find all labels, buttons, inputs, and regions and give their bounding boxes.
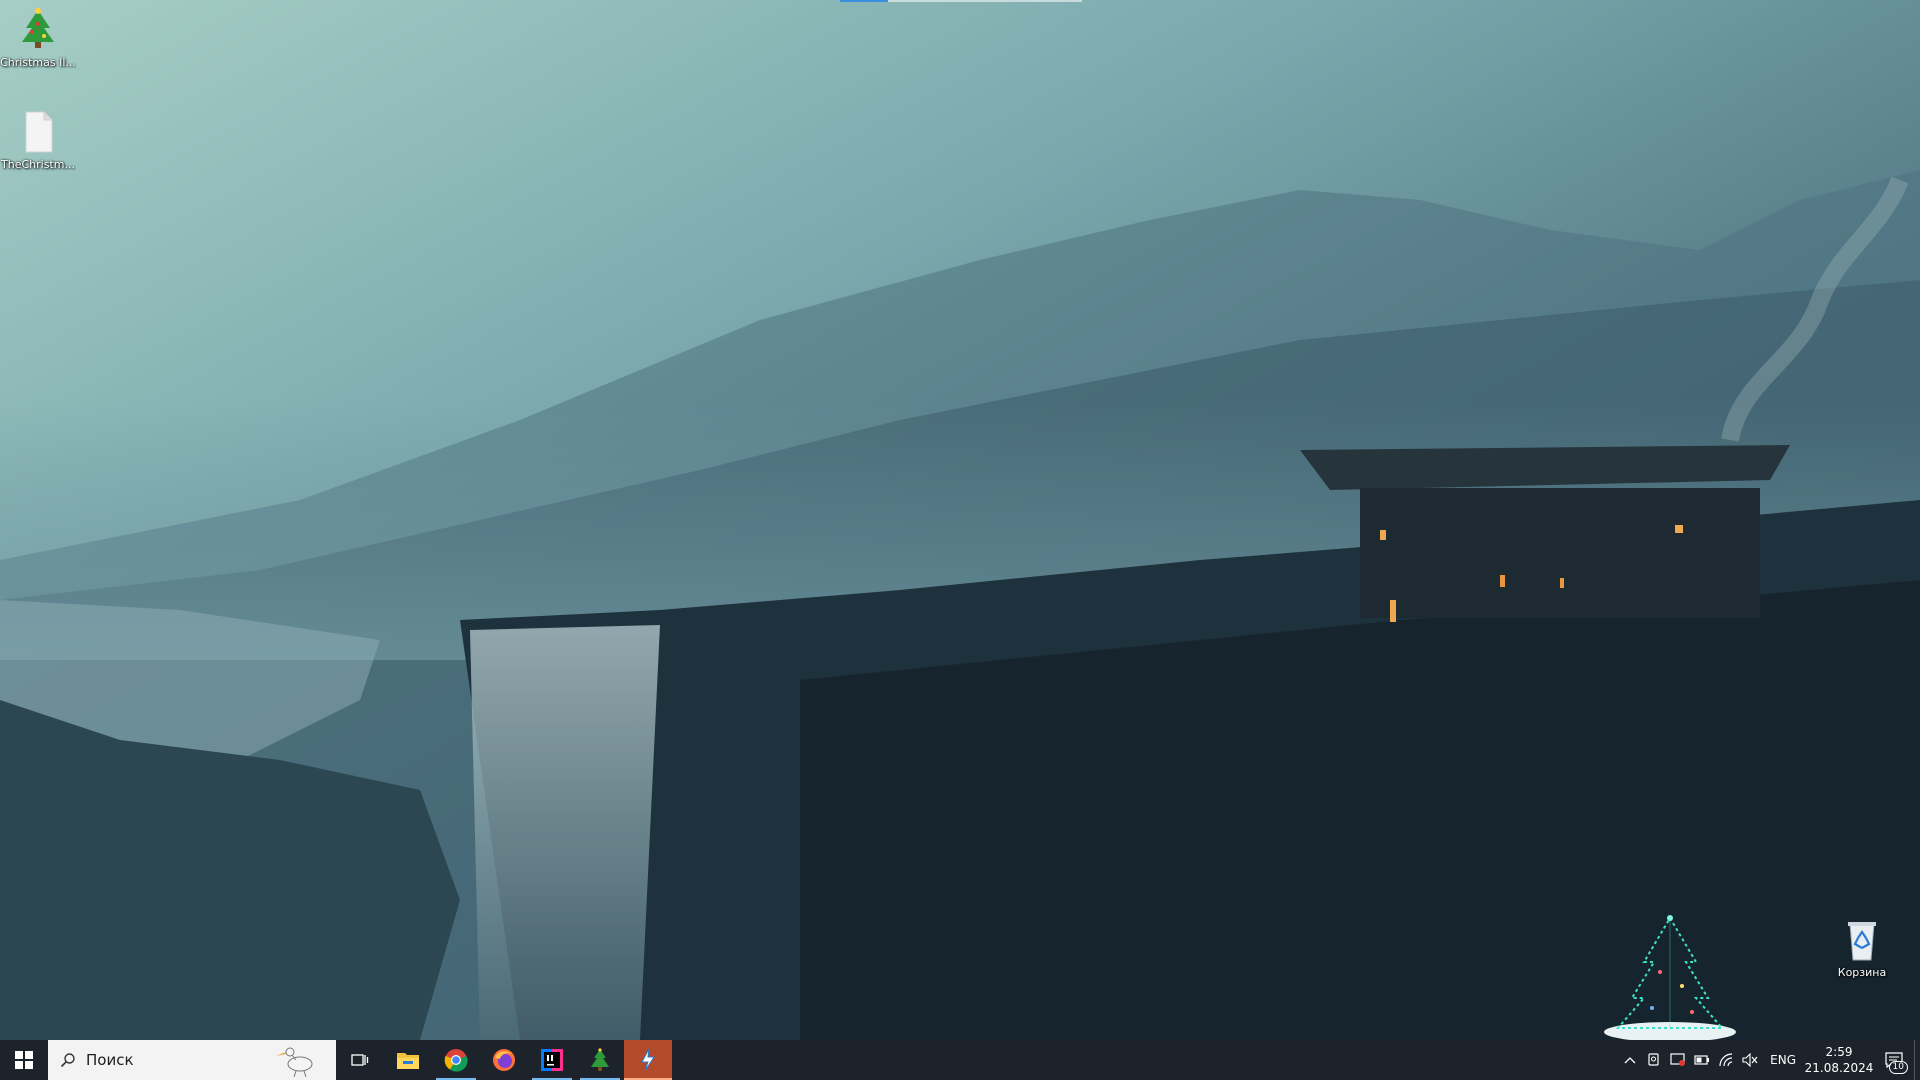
tray-battery[interactable] [1690, 1040, 1714, 1080]
desktop-icon-label: Корзина [1837, 966, 1887, 979]
desktop-icon-label: Christmas Il... [0, 56, 76, 69]
christmas-tree-icon [22, 8, 54, 48]
tray-volume[interactable] [1738, 1040, 1762, 1080]
clock-date: 21.08.2024 [1804, 1061, 1874, 1075]
monitor-shield-icon [1670, 1053, 1686, 1066]
wifi-icon [1719, 1053, 1733, 1067]
lightning-icon [641, 1048, 655, 1072]
intellij-icon [541, 1049, 563, 1071]
tray-overflow-button[interactable] [1618, 1040, 1642, 1080]
show-desktop-button[interactable] [1914, 1040, 1920, 1080]
battery-icon [1694, 1055, 1710, 1065]
taskbar-search-box[interactable]: Поиск [48, 1040, 336, 1080]
chevron-up-icon [1624, 1057, 1636, 1064]
start-button[interactable] [0, 1040, 48, 1080]
tray-meet-now[interactable] [1642, 1040, 1666, 1080]
taskbar: Поиск ENG 2:59 21.08.2024 10 [0, 1040, 1920, 1080]
speaker-muted-icon [1742, 1053, 1758, 1067]
top-progress-fill [840, 0, 889, 2]
task-view-button[interactable] [336, 1040, 384, 1080]
folder-icon [397, 1053, 419, 1069]
taskbar-app-file-explorer[interactable] [384, 1040, 432, 1080]
tray-network[interactable] [1714, 1040, 1738, 1080]
tray-security[interactable] [1666, 1040, 1690, 1080]
taskbar-app-intellij[interactable] [528, 1040, 576, 1080]
action-center-button[interactable]: 10 [1874, 1040, 1914, 1080]
clock-time: 2:59 [1825, 1045, 1853, 1059]
blank-file-icon [25, 111, 53, 153]
windows-logo-icon [15, 1051, 33, 1069]
top-progress-bar [840, 0, 1082, 2]
taskbar-app-chrome[interactable] [432, 1040, 480, 1080]
search-placeholder: Поиск [86, 1051, 134, 1069]
taskbar-app-firefox[interactable] [480, 1040, 528, 1080]
desktop-icon-label: TheChristm... [1, 158, 75, 171]
firefox-icon [493, 1049, 515, 1071]
task-view-icon [351, 1054, 369, 1066]
desktop-icon-recycle-bin[interactable]: Корзина [1824, 916, 1900, 980]
pelican-doodle-icon [276, 1047, 313, 1078]
desktop-icon-christmas-file[interactable]: TheChristm... [0, 108, 76, 172]
system-tray: ENG 2:59 21.08.2024 10 [1618, 1040, 1920, 1080]
christmas-tree-widget[interactable] [1600, 912, 1740, 1040]
desktop-icon-christmas-illumination[interactable]: Christmas Il... [0, 6, 76, 70]
chrome-icon [444, 1049, 468, 1072]
search-icon [60, 1053, 75, 1068]
christmas-tree-icon [591, 1048, 609, 1071]
camera-app-icon [1648, 1053, 1659, 1066]
notification-count-badge: 10 [1888, 1061, 1908, 1074]
taskbar-app-christmas-tree[interactable] [576, 1040, 624, 1080]
taskbar-clock[interactable]: 2:59 21.08.2024 [1804, 1044, 1874, 1076]
recycle-bin-icon [1848, 922, 1876, 961]
input-language-indicator[interactable]: ENG [1762, 1053, 1804, 1067]
desktop-wallpaper [0, 0, 1920, 1040]
taskbar-app-lightning[interactable] [624, 1040, 672, 1080]
